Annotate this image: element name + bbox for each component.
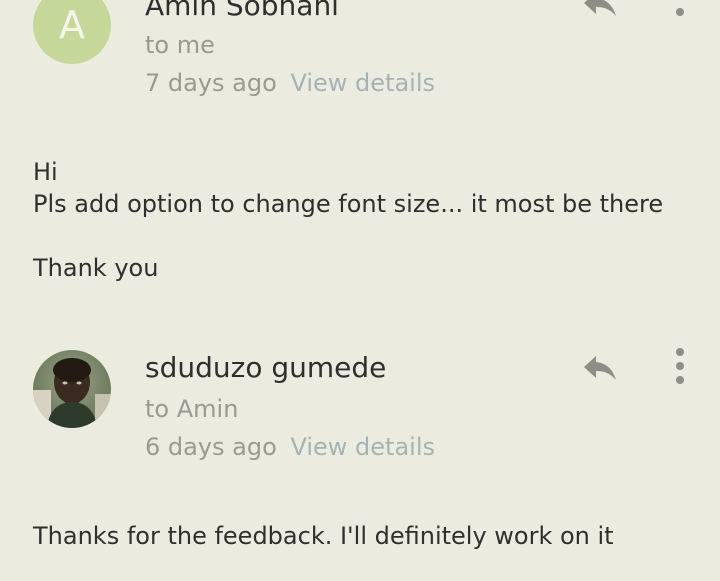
message-time: 7 days ago — [145, 69, 277, 97]
message-body-closing: Thank you — [33, 254, 159, 282]
message-meta: 6 days ago View details — [145, 432, 435, 462]
message-body-greeting: Hi — [33, 158, 58, 186]
sender-avatar[interactable]: A — [33, 0, 111, 64]
message-body-line: Thanks for the feedback. I'll definitely… — [33, 522, 614, 550]
more-vert-icon[interactable] — [670, 0, 690, 20]
view-details-link[interactable]: View details — [290, 69, 435, 97]
sender-name: sduduzo gumede — [145, 351, 387, 384]
email-thread: A Amin Sobhani to me 7 days ago View det… — [0, 0, 720, 581]
recipient-label: to me — [145, 31, 215, 59]
recipient-label: to Amin — [145, 395, 239, 423]
sender-avatar-photo[interactable] — [33, 350, 111, 428]
more-vert-icon[interactable] — [670, 348, 690, 384]
message-meta: 7 days ago View details — [145, 68, 435, 98]
view-details-link[interactable]: View details — [290, 433, 435, 461]
message-body-line: Pls add option to change font size... it… — [33, 190, 664, 218]
reply-icon[interactable] — [580, 0, 620, 20]
reply-icon[interactable] — [580, 350, 620, 384]
sender-name: Amin Sobhani — [145, 0, 339, 22]
message-time: 6 days ago — [145, 433, 277, 461]
